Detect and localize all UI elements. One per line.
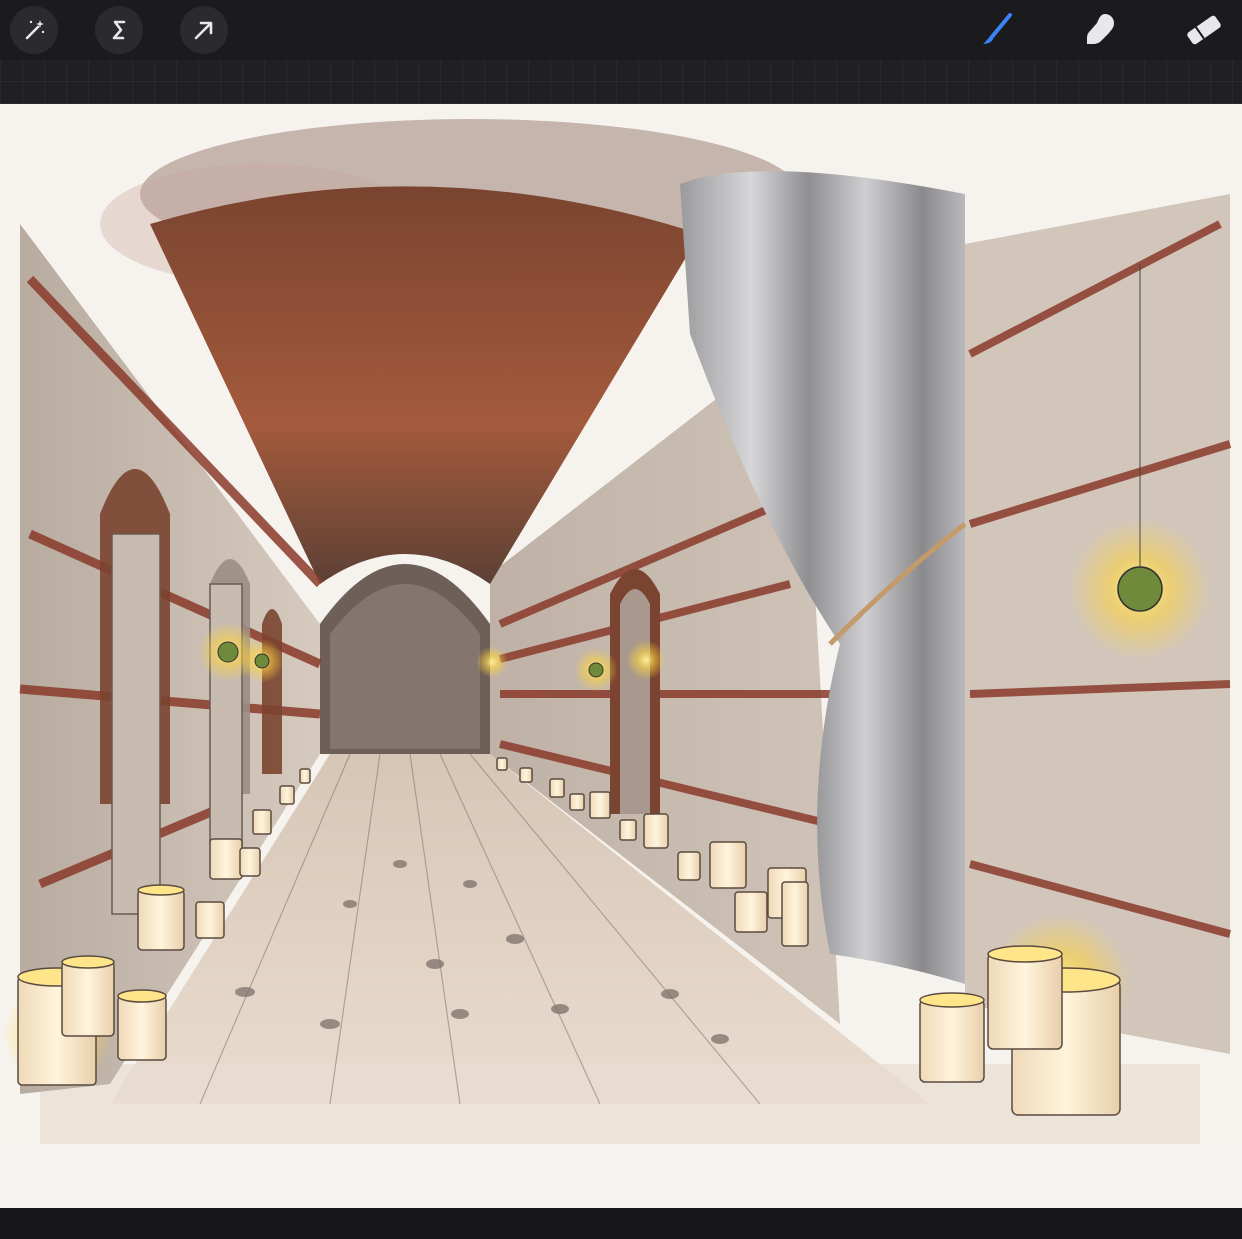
adjustments-button[interactable]: [10, 6, 58, 54]
tunnel-illustration: [0, 104, 1242, 1208]
eraser-button[interactable]: [1180, 6, 1228, 54]
magic-wand-icon: [25, 20, 45, 40]
canvas-background-grid: [0, 60, 1242, 104]
bottom-bar: [0, 1208, 1242, 1239]
transform-button[interactable]: [180, 6, 228, 54]
drawing-canvas[interactable]: [0, 104, 1242, 1208]
smudge-button[interactable]: [1076, 6, 1124, 54]
selection-s-icon: [112, 20, 126, 40]
selection-button[interactable]: [95, 6, 143, 54]
brush-icon: [983, 13, 1012, 44]
eraser-icon: [1187, 15, 1221, 45]
brush-button[interactable]: [973, 6, 1021, 54]
top-toolbar: [0, 0, 1242, 60]
smudge-finger-icon: [1087, 14, 1114, 44]
transform-arrow-icon: [194, 21, 213, 40]
